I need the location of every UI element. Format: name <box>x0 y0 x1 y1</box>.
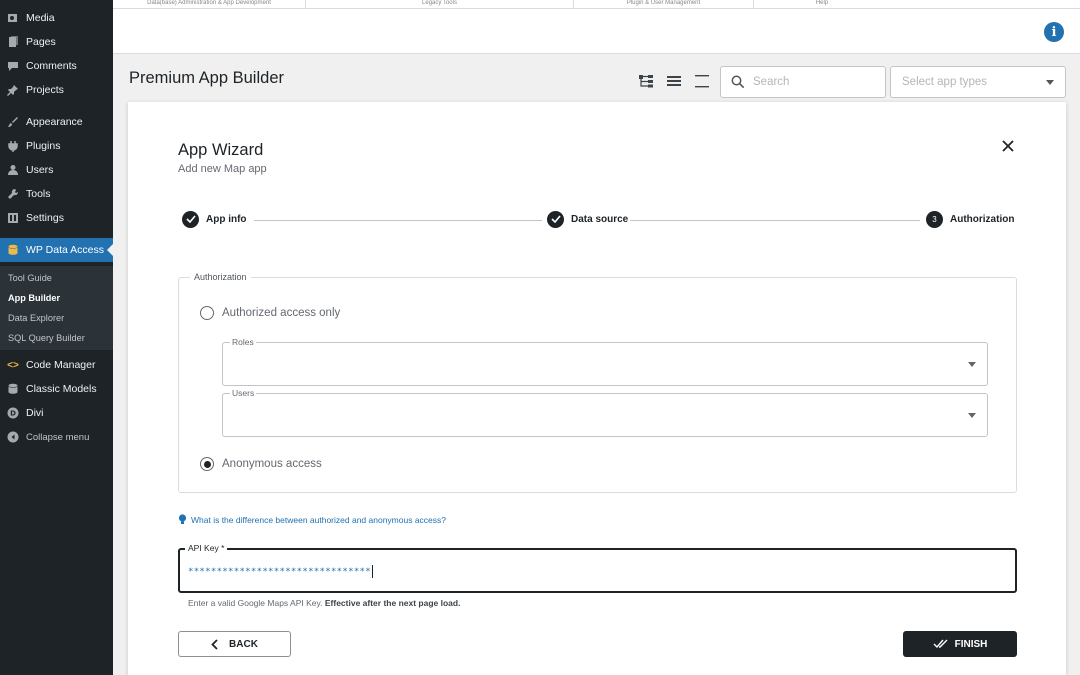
step-data-source[interactable]: Data source <box>547 210 628 228</box>
finish-button[interactable]: FINISH <box>903 631 1017 657</box>
submenu-sql-query-builder[interactable]: SQL Query Builder <box>8 333 85 343</box>
sidebar-item-wp-data-access[interactable]: WP Data Access <box>0 238 113 262</box>
top-tab-help[interactable]: Help <box>754 0 890 9</box>
info-bar: i <box>113 9 1080 54</box>
sidebar-item-projects[interactable]: Projects <box>0 78 113 102</box>
comments-icon <box>6 59 20 73</box>
step-authorization[interactable]: 3 Authorization <box>926 210 1014 228</box>
radio-circle[interactable] <box>200 306 214 320</box>
top-tab-plugin-management[interactable]: Plugin & User Management <box>574 0 754 9</box>
sidebar-collapse-menu[interactable]: Collapse menu <box>0 425 113 449</box>
app-wizard-dialog: App Wizard Add new Map app App info Data… <box>128 102 1066 675</box>
sidebar-item-settings[interactable]: Settings <box>0 206 113 230</box>
step-app-info[interactable]: App info <box>182 210 247 228</box>
sidebar-item-media[interactable]: Media <box>0 6 113 30</box>
sidebar-item-tools[interactable]: Tools <box>0 182 113 206</box>
info-icon[interactable]: i <box>1044 22 1064 42</box>
chevron-down-icon <box>968 361 976 367</box>
sidebar-submenu: Tool Guide App Builder Data Explorer SQL… <box>0 266 113 350</box>
lightbulb-icon <box>178 514 187 524</box>
submenu-data-explorer[interactable]: Data Explorer <box>8 313 64 323</box>
api-key-hint: Enter a valid Google Maps API Key. Effec… <box>188 598 461 608</box>
check-icon <box>182 210 199 228</box>
plug-icon <box>6 139 20 153</box>
wizard-subtitle: Add new Map app <box>178 163 267 175</box>
wizard-title: App Wizard <box>178 141 264 159</box>
api-key-label: API Key * <box>185 543 228 553</box>
radio-circle-selected[interactable] <box>200 457 214 471</box>
sidebar-item-users[interactable]: Users <box>0 158 113 182</box>
api-key-input[interactable]: ******************************** <box>188 565 373 578</box>
sidebar-item-comments[interactable]: Comments <box>0 54 113 78</box>
pin-icon <box>6 83 20 97</box>
roles-select[interactable] <box>222 342 988 386</box>
sidebar-item-appearance[interactable]: Appearance <box>0 110 113 134</box>
radio-authorized-access[interactable]: Authorized access only <box>200 306 340 320</box>
step-number: 3 <box>926 210 943 228</box>
tree-view-icon[interactable] <box>637 72 655 90</box>
database-icon <box>6 243 20 257</box>
search-field[interactable] <box>720 66 886 98</box>
chevron-down-icon <box>1046 79 1054 85</box>
admin-sidebar: Media Pages Comments Projects Appearance… <box>0 0 113 675</box>
media-icon <box>6 11 20 25</box>
sidebar-item-divi[interactable]: D Divi <box>0 401 113 425</box>
brush-icon <box>6 115 20 129</box>
sidebar-item-classic-models[interactable]: Classic Models <box>0 377 113 401</box>
help-link-authorization[interactable]: What is the difference between authorize… <box>178 514 446 525</box>
wrench-icon <box>6 187 20 201</box>
check-icon <box>547 210 564 228</box>
database-icon <box>6 382 20 396</box>
back-button[interactable]: BACK <box>178 631 291 657</box>
app-type-select[interactable]: Select app types <box>890 66 1066 98</box>
compact-view-icon[interactable] <box>693 72 711 90</box>
sidebar-item-pages[interactable]: Pages <box>0 30 113 54</box>
user-icon <box>6 163 20 177</box>
chevron-down-icon <box>968 412 976 418</box>
step-connector <box>630 220 920 221</box>
users-label: Users <box>230 388 257 398</box>
text-cursor <box>372 565 373 578</box>
collapse-icon <box>6 430 20 444</box>
users-select[interactable] <box>222 393 988 437</box>
list-view-icon[interactable] <box>665 72 683 90</box>
active-indicator <box>107 244 113 256</box>
page-title: Premium App Builder <box>129 69 284 87</box>
submenu-app-builder[interactable]: App Builder <box>8 293 60 303</box>
search-icon <box>731 75 745 89</box>
settings-icon <box>6 211 20 225</box>
sidebar-item-plugins[interactable]: Plugins <box>0 134 113 158</box>
double-check-icon <box>933 639 948 649</box>
radio-anonymous-access[interactable]: Anonymous access <box>200 457 322 471</box>
close-button[interactable] <box>1000 138 1016 154</box>
app-type-placeholder: Select app types <box>902 76 988 88</box>
chevron-left-icon <box>211 638 218 650</box>
close-icon <box>1002 140 1014 152</box>
search-input[interactable] <box>753 76 873 88</box>
svg-text:D: D <box>10 410 16 418</box>
roles-label: Roles <box>230 337 256 347</box>
submenu-tool-guide[interactable]: Tool Guide <box>8 273 52 283</box>
top-tab-data-administration[interactable]: Data(base) Administration & App Developm… <box>113 0 306 9</box>
pages-icon <box>6 35 20 49</box>
divi-icon: D <box>6 406 20 420</box>
step-connector <box>254 220 542 221</box>
code-icon: <> <box>7 359 19 371</box>
authorization-legend: Authorization <box>190 272 251 282</box>
top-tab-legacy-tools[interactable]: Legacy Tools <box>306 0 574 9</box>
top-tab-strip: Data(base) Administration & App Developm… <box>113 0 1080 9</box>
sidebar-item-code-manager[interactable]: <> Code Manager <box>0 353 113 377</box>
